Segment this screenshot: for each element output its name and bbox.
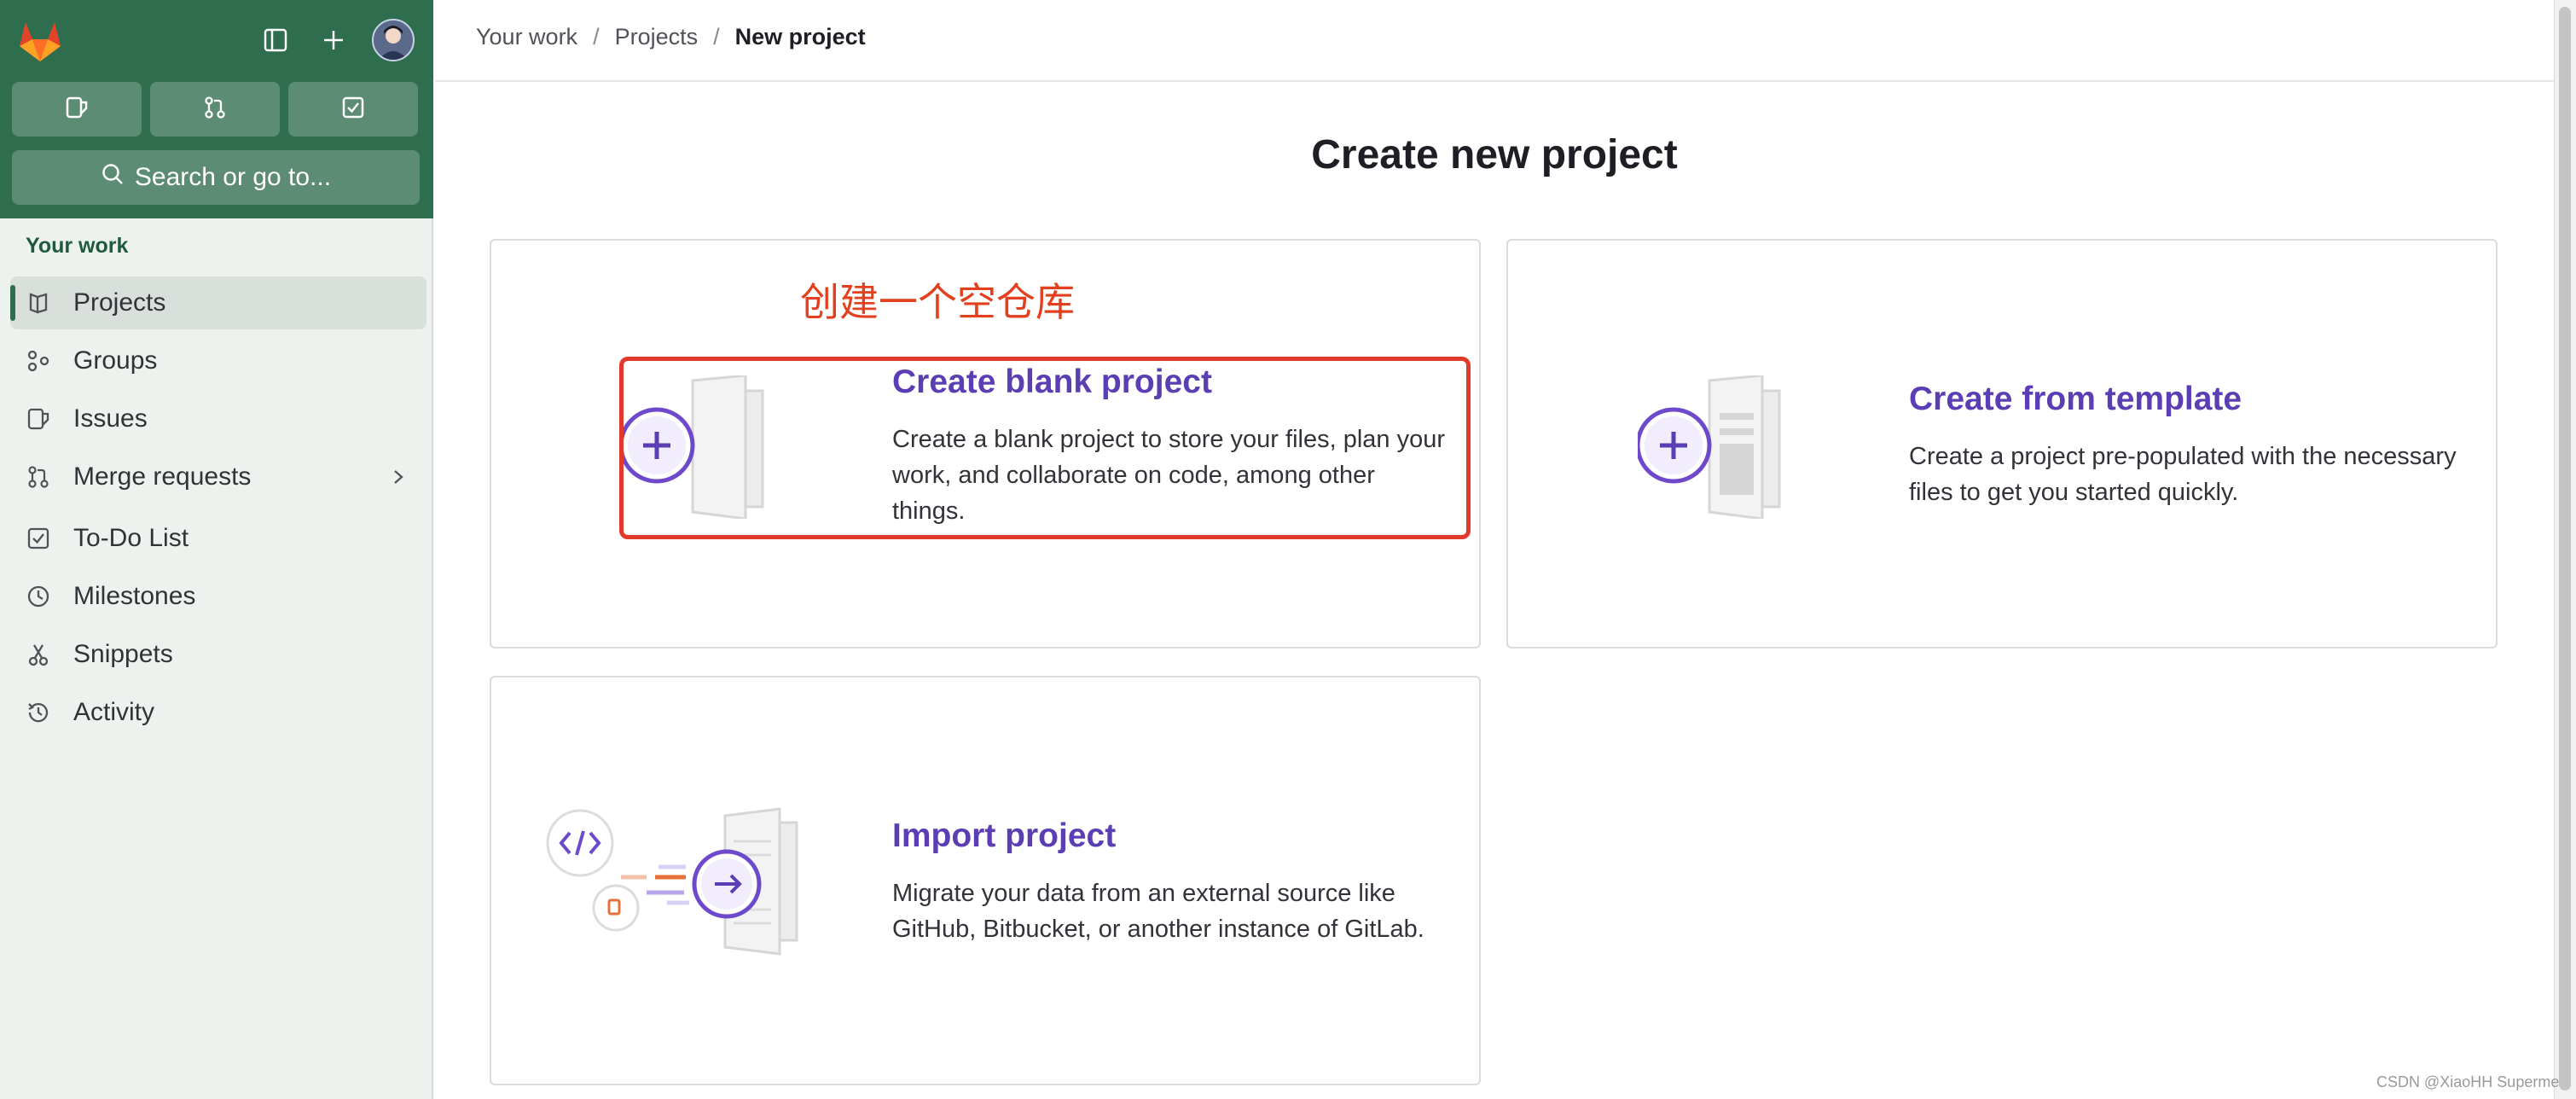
merge-request-icon — [202, 95, 228, 125]
chevron-right-icon[interactable] — [387, 464, 409, 497]
breadcrumb: Your work / Projects / New project — [476, 24, 866, 50]
import-project-card[interactable]: Import project Migrate your data from an… — [490, 676, 1481, 1085]
project-icon — [24, 288, 53, 317]
sidebar-item-issues[interactable]: Issues — [10, 392, 426, 445]
search-icon — [101, 162, 125, 193]
sidebar-item-projects[interactable]: Projects — [10, 276, 426, 329]
sidebar-header: Search or go to... — [0, 0, 433, 218]
template-project-illustration — [1635, 374, 1791, 523]
sidebar-item-label: Issues — [73, 404, 148, 433]
issues-icon — [64, 95, 90, 125]
watermark: CSDN @XiaoHH Superme — [2376, 1073, 2560, 1090]
annotation-text: 创建一个空仓库 — [800, 279, 1075, 325]
description-line: files to get you started quickly. — [1909, 479, 2239, 506]
active-indicator — [10, 285, 15, 321]
plus-icon[interactable] — [312, 19, 355, 61]
sidebar-item-label: To-Do List — [73, 524, 189, 552]
breadcrumb-new-project[interactable]: New project — [735, 24, 866, 50]
breadcrumb-your-work[interactable]: Your work — [476, 24, 577, 50]
sidebar-item-label: Milestones — [73, 582, 196, 610]
create-from-template-description: Create a project pre-populated with the … — [1909, 439, 2457, 510]
avatar[interactable] — [372, 19, 415, 61]
group-icon — [24, 346, 53, 375]
sidebar-item-milestones[interactable]: Milestones — [10, 570, 426, 623]
top-bar: Your work / Projects / New project — [435, 0, 2554, 82]
sidebar-item-label: Groups — [73, 346, 158, 375]
scrollbar-thumb[interactable] — [2559, 7, 2571, 1090]
create-from-template-card[interactable]: Create from template Create a project pr… — [1506, 239, 2498, 648]
sidebar-item-label: Projects — [73, 288, 166, 317]
todo-icon — [24, 524, 53, 553]
description-line: GitHub, Bitbucket, or another instance o… — [892, 916, 1424, 943]
sidebar-item-label: Merge requests — [73, 462, 252, 491]
import-project-description: Migrate your data from an external sourc… — [892, 875, 1424, 947]
issues-quick-button[interactable] — [12, 82, 142, 137]
sidebar-item-groups[interactable]: Groups — [10, 334, 426, 387]
import-project-illustration — [544, 807, 834, 965]
create-from-template-title[interactable]: Create from template — [1909, 381, 2242, 418]
page-title: Create new project — [1311, 132, 1678, 177]
gitlab-logo[interactable] — [15, 17, 65, 63]
sidebar-item-merge-requests[interactable]: Merge requests — [10, 451, 426, 503]
breadcrumb-separator: / — [593, 24, 600, 49]
todo-icon — [340, 95, 366, 125]
breadcrumb-projects[interactable]: Projects — [615, 24, 699, 50]
clock-icon — [24, 582, 53, 611]
todo-quick-button[interactable] — [288, 82, 418, 137]
sidebar-toggle-icon[interactable] — [254, 19, 297, 61]
import-project-title[interactable]: Import project — [892, 817, 1116, 855]
merge-requests-quick-button[interactable] — [150, 82, 280, 137]
sidebar-item-snippets[interactable]: Snippets — [10, 628, 426, 681]
sidebar-item-label: Snippets — [73, 640, 173, 668]
description-line: Create a project pre-populated with the … — [1909, 443, 2457, 470]
snippet-icon — [24, 640, 53, 669]
search-placeholder: Search or go to... — [134, 163, 332, 191]
sidebar-item-activity[interactable]: Activity — [10, 686, 426, 739]
sidebar-section-title: Your work — [26, 234, 129, 258]
history-icon — [24, 698, 53, 727]
sidebar: Search or go to... Your work Projects Gr… — [0, 0, 433, 1099]
sidebar-item-label: Activity — [73, 698, 155, 726]
breadcrumb-separator: / — [713, 24, 720, 49]
description-line: Migrate your data from an external sourc… — [892, 880, 1395, 907]
issues-icon — [24, 404, 53, 433]
search-button[interactable]: Search or go to... — [12, 150, 420, 205]
merge-request-icon — [24, 462, 53, 491]
scrollbar[interactable] — [2554, 0, 2576, 1099]
sidebar-item-todo-list[interactable]: To-Do List — [10, 512, 426, 565]
annotation-highlight-box — [619, 357, 1471, 539]
